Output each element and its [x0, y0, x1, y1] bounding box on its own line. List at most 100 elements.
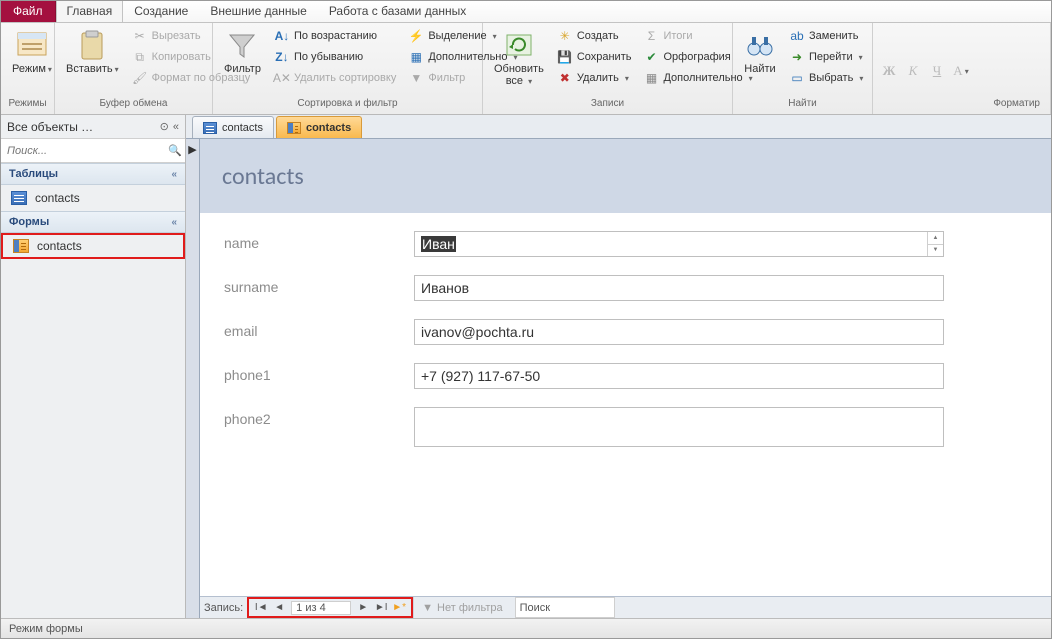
cut-label: Вырезать — [152, 30, 201, 42]
dropdown-icon: ▾ — [859, 74, 863, 83]
sort-asc-icon: A↓ — [274, 28, 290, 44]
refresh-label2: все — [506, 75, 523, 87]
funnel-small-icon: ▼ — [408, 70, 424, 86]
refresh-icon — [503, 29, 535, 61]
replace-button[interactable]: abЗаменить — [785, 26, 867, 46]
dropdown-icon: ▾ — [528, 77, 532, 86]
clear-sort-button[interactable]: A✕Удалить сортировку — [270, 68, 400, 88]
search-icon[interactable]: 🔍 — [165, 144, 185, 157]
group-find-label: Найти — [739, 98, 866, 112]
find-button[interactable]: Найти — [739, 26, 781, 78]
filter-button[interactable]: Фильтр — [219, 26, 266, 78]
group-formatting-label: Форматир — [879, 98, 1044, 112]
select-button[interactable]: ▭Выбрать▾ — [785, 68, 867, 88]
delete-icon: ✖ — [557, 70, 573, 86]
italic-button[interactable]: К — [903, 61, 923, 81]
form-view-icon — [16, 29, 48, 61]
font-color-button[interactable]: A▾ — [951, 61, 971, 81]
toggle-filter-label: Фильтр — [428, 72, 465, 84]
tab-external-data[interactable]: Внешние данные — [199, 0, 318, 22]
sort-asc-button[interactable]: A↓По возрастанию — [270, 26, 400, 46]
field-input-surname[interactable]: Иванов — [414, 275, 944, 301]
bold-button[interactable]: Ж — [879, 61, 899, 81]
more-icon: ▦ — [643, 70, 659, 86]
sort-desc-label: По убыванию — [294, 51, 363, 63]
nav-new-button[interactable]: ►* — [391, 602, 407, 613]
funnel-small-icon: ▼ — [422, 602, 433, 614]
sort-desc-button[interactable]: Z↓По убыванию — [270, 47, 400, 67]
nav-group-forms-label: Формы — [9, 216, 49, 228]
nav-next-button[interactable]: ► — [355, 602, 371, 613]
navigation-pane: Все объекты … ⊙ « 🔍 Таблицы « contacts Ф… — [1, 115, 186, 618]
brush-icon: 🖌 — [132, 70, 148, 86]
field-input-phone1[interactable]: +7 (927) 117-67-50 — [414, 363, 944, 389]
underline-button[interactable]: Ч — [927, 61, 947, 81]
record-search-input[interactable]: Поиск — [515, 597, 615, 618]
record-label: Запись: — [200, 597, 247, 618]
status-text: Режим формы — [9, 623, 83, 635]
form-header-title: contacts — [200, 139, 1051, 213]
document-area: contacts contacts ▶ contacts name Иван — [186, 115, 1051, 618]
field-label-email: email — [224, 319, 414, 339]
goto-label: Перейти — [809, 51, 853, 63]
no-filter-indicator[interactable]: ▼ Нет фильтра — [413, 597, 510, 618]
new-record-button[interactable]: ✳Создать — [553, 26, 636, 46]
clipboard-icon — [76, 29, 108, 61]
nav-item-label: contacts — [37, 239, 82, 253]
table-icon — [11, 191, 27, 205]
totals-label: Итоги — [663, 30, 692, 42]
save-record-button[interactable]: 💾Сохранить — [553, 47, 636, 67]
nav-group-tables[interactable]: Таблицы « — [1, 163, 185, 185]
doc-tab-form-contacts[interactable]: contacts — [276, 116, 362, 138]
doc-tab-label: contacts — [222, 122, 263, 134]
nav-prev-button[interactable]: ◄ — [271, 602, 287, 613]
tab-create[interactable]: Создание — [123, 0, 199, 22]
no-filter-label: Нет фильтра — [437, 602, 503, 614]
spin-up-icon[interactable]: ▲ — [928, 232, 943, 245]
document-tabs: contacts contacts — [186, 115, 1051, 139]
doc-tab-table-contacts[interactable]: contacts — [192, 116, 274, 138]
spin-down-icon[interactable]: ▼ — [928, 245, 943, 257]
paste-button[interactable]: Вставить▾ — [61, 26, 124, 79]
select-icon: ▭ — [789, 70, 805, 86]
field-input-email[interactable]: ivanov@pochta.ru — [414, 319, 944, 345]
tab-home[interactable]: Главная — [56, 0, 124, 22]
selection-icon: ⚡ — [408, 28, 424, 44]
advanced-icon: ▦ — [408, 49, 424, 65]
new-icon: ✳ — [557, 28, 573, 44]
goto-button[interactable]: ➜Перейти▾ — [785, 47, 867, 67]
replace-icon: ab — [789, 28, 805, 44]
group-clipboard-label: Буфер обмена — [61, 98, 206, 112]
nav-collapse-icon[interactable]: « — [173, 121, 179, 133]
collapse-icon: « — [171, 169, 177, 180]
nav-menu-dropdown-icon[interactable]: ⊙ — [160, 120, 169, 133]
record-position-input[interactable]: 1 из 4 — [291, 601, 351, 615]
doc-tab-label: contacts — [306, 122, 351, 134]
refresh-label: Обновить — [494, 63, 544, 75]
field-input-name[interactable]: Иван ▲▼ — [414, 231, 944, 257]
ribbon: Режим▾ Режимы Вставить▾ ✂Вырезать ⧉Копир… — [1, 23, 1051, 115]
nav-group-tables-label: Таблицы — [9, 168, 58, 180]
file-tab[interactable]: Файл — [1, 0, 56, 22]
goto-icon: ➜ — [789, 49, 805, 65]
nav-title[interactable]: Все объекты … — [7, 120, 156, 134]
nav-item-form-contacts[interactable]: contacts — [1, 233, 185, 259]
field-spinner[interactable]: ▲▼ — [927, 232, 943, 256]
clear-sort-label: Удалить сортировку — [294, 72, 396, 84]
record-selector[interactable]: ▶ — [186, 139, 200, 618]
field-input-phone2[interactable] — [414, 407, 944, 447]
view-mode-label: Режим — [12, 63, 46, 75]
nav-group-forms[interactable]: Формы « — [1, 211, 185, 233]
dropdown-icon: ▾ — [625, 74, 629, 83]
spellcheck-icon: ✔ — [643, 49, 659, 65]
tab-db-tools[interactable]: Работа с базами данных — [318, 0, 477, 22]
delete-record-button[interactable]: ✖Удалить▾ — [553, 68, 636, 88]
nav-first-button[interactable]: I◄ — [253, 602, 269, 613]
nav-last-button[interactable]: ►I — [373, 602, 389, 613]
field-label-phone1: phone1 — [224, 363, 414, 383]
nav-search-input[interactable] — [1, 145, 165, 157]
status-bar: Режим формы — [1, 618, 1051, 638]
view-mode-button[interactable]: Режим▾ — [7, 26, 57, 79]
refresh-all-button[interactable]: Обновитьвсе ▾ — [489, 26, 549, 91]
nav-item-table-contacts[interactable]: contacts — [1, 185, 185, 211]
